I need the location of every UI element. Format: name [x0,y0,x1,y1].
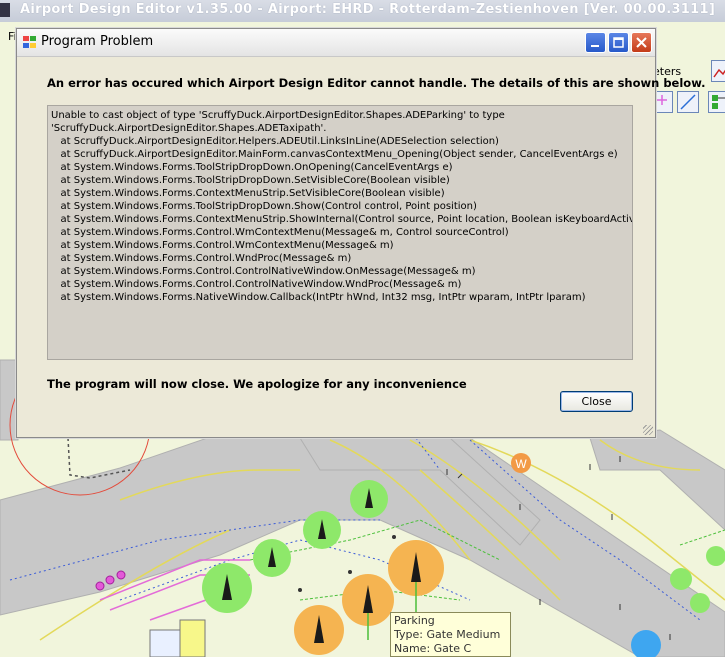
line-tool-icon [680,94,696,110]
orange-marker: W [511,453,531,473]
close-button[interactable]: Close [560,391,633,412]
link-tool-icon [712,95,725,109]
window-icon [23,36,36,48]
resize-grip[interactable] [643,425,653,435]
main-window-title: Airport Design Editor v1.35.00 - Airport… [20,2,716,17]
closing-message: The program will now close. We apologize… [47,377,467,391]
program-problem-dialog: Program Problem An error has occured whi… [16,28,705,438]
error-detail-line: at System.Windows.Forms.ToolStripDropDow… [51,201,477,212]
error-detail-line: at System.Windows.Forms.NativeWindow.Cal… [51,292,586,303]
minimize-icon [591,45,599,47]
maximize-icon [613,37,624,48]
close-window-button[interactable] [631,32,652,53]
error-detail-line: at System.Windows.Forms.ContextMenuStrip… [51,214,633,225]
error-detail-line: Unable to cast object of type 'ScruffyDu… [51,110,505,121]
error-detail-line: at System.Windows.Forms.Control.WndProc(… [51,253,352,264]
toolbar-line-button[interactable] [677,91,699,113]
error-details-box[interactable]: Unable to cast object of type 'ScruffyDu… [47,105,633,360]
toolbar-chart-button[interactable] [711,60,725,82]
toolbar-link-button[interactable] [708,91,725,113]
tooltip-title: Parking [394,614,435,627]
error-detail-line: at System.Windows.Forms.Control.WmContex… [51,227,509,238]
app-icon [0,3,10,17]
error-detail-line: at System.Windows.Forms.Control.ControlN… [51,279,462,290]
error-detail-line: 'ScruffyDuck.AirportDesignEditor.Shapes.… [51,123,327,134]
chart-icon [713,68,725,78]
error-detail-line: at System.Windows.Forms.ToolStripDropDow… [51,175,450,186]
close-icon [636,37,647,48]
error-detail-line: at ScruffyDuck.AirportDesignEditor.MainF… [51,149,618,160]
main-window-titlebar[interactable]: Airport Design Editor v1.35.00 - Airport… [0,0,725,22]
error-detail-line: at System.Windows.Forms.Control.WmContex… [51,240,394,251]
minimize-button[interactable] [585,32,606,53]
error-detail-line: at System.Windows.Forms.ToolStripDropDow… [51,162,453,173]
error-intro-text: An error has occured which Airport Desig… [47,76,706,90]
marker-w-label: W [515,457,527,471]
parking-tooltip: Parking Type: Gate Medium Name: Gate C [390,612,511,657]
maximize-button[interactable] [608,32,629,53]
error-detail-line: at System.Windows.Forms.Control.ControlN… [51,266,476,277]
dialog-titlebar[interactable]: Program Problem [17,29,655,57]
dialog-title: Program Problem [41,34,154,49]
tooltip-name: Name: Gate C [394,642,472,655]
error-detail-line: at System.Windows.Forms.ContextMenuStrip… [51,188,445,199]
tooltip-type: Type: Gate Medium [394,628,501,641]
error-detail-line: at ScruffyDuck.AirportDesignEditor.Helpe… [51,136,499,147]
